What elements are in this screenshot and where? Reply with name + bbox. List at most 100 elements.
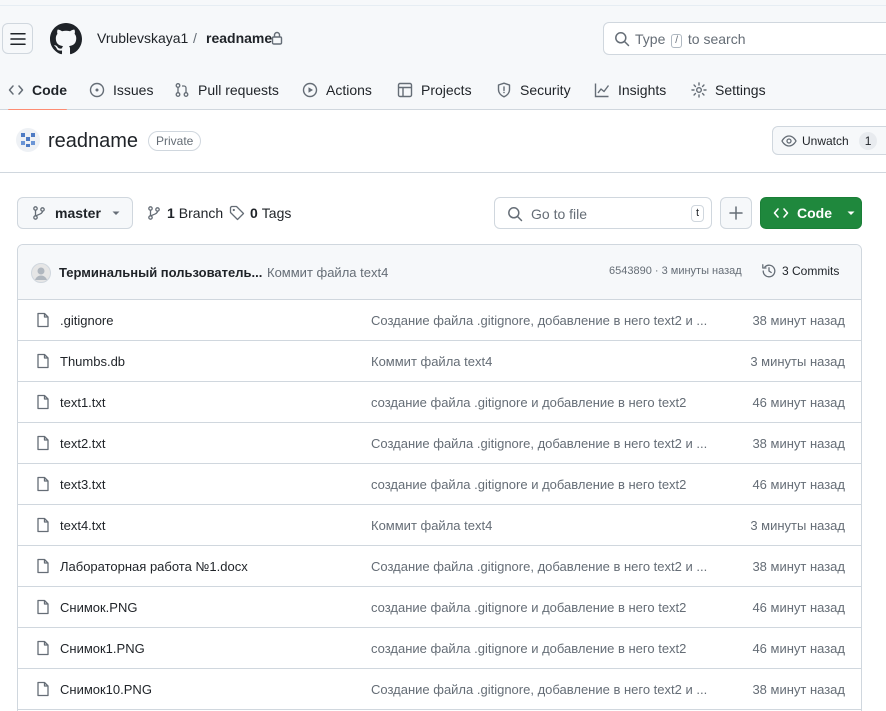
file-row[interactable]: Снимок10.PNG Создание файла .gitignore, … <box>18 669 861 710</box>
file-icon <box>37 435 49 451</box>
tab-pull-requests[interactable]: Pull requests <box>174 70 279 110</box>
file-row[interactable]: Лабораторная работа №1.docx Создание фай… <box>18 546 861 587</box>
shield-icon <box>497 82 511 98</box>
tab-projects[interactable]: Projects <box>397 70 472 110</box>
file-commit-message-link[interactable]: Коммит файла text4 <box>371 518 726 533</box>
file-name-link[interactable]: .gitignore <box>60 313 113 328</box>
file-name-link[interactable]: Снимок1.PNG <box>60 641 145 656</box>
file-row[interactable]: text3.txt создание файла .gitignore и до… <box>18 464 861 505</box>
lock-icon <box>271 31 283 45</box>
tab-actions[interactable]: Actions <box>302 70 372 110</box>
tab-code[interactable]: Code <box>8 70 67 111</box>
file-name-link[interactable]: Снимок.PNG <box>60 600 137 615</box>
global-search-input[interactable]: Type / to search <box>603 22 886 55</box>
tag-count: 0 <box>250 205 258 221</box>
file-name-link[interactable]: text3.txt <box>60 477 106 492</box>
file-commit-message-link[interactable]: Создание файла .gitignore, добавление в … <box>371 682 726 697</box>
visibility-badge: Private <box>148 131 202 151</box>
hamburger-menu-button[interactable] <box>2 23 33 54</box>
latest-commit-bar: Терминальный пользователь... Коммит файл… <box>18 245 861 300</box>
breadcrumb-repo-link[interactable]: readname <box>206 30 272 46</box>
play-icon <box>302 82 318 98</box>
file-icon <box>37 312 49 328</box>
app-header: Vrublevskaya1 / readname Type / to searc… <box>0 6 886 111</box>
file-row[interactable]: Снимок1.PNG создание файла .gitignore и … <box>18 628 861 669</box>
unwatch-button[interactable]: Unwatch 1 <box>772 126 886 155</box>
branch-select-button[interactable]: master <box>17 197 133 229</box>
file-row[interactable]: text4.txt Коммит файла text4 3 минуты на… <box>18 505 861 546</box>
file-name-link[interactable]: Thumbs.db <box>60 354 125 369</box>
branch-icon <box>33 206 45 220</box>
file-icon <box>37 681 49 697</box>
user-avatar-icon <box>35 267 47 280</box>
repo-owner-avatar[interactable] <box>16 128 40 152</box>
github-logo-icon[interactable] <box>50 23 82 55</box>
file-icon <box>37 476 49 492</box>
eye-icon <box>781 134 797 147</box>
file-commit-time: 38 минут назад <box>752 559 845 574</box>
tab-insights[interactable]: Insights <box>594 70 666 110</box>
branches-link[interactable]: 1 Branch <box>146 205 223 221</box>
file-commit-message-link[interactable]: Создание файла .gitignore, добавление в … <box>371 313 726 328</box>
file-browser: Терминальный пользователь... Коммит файл… <box>17 244 862 711</box>
repo-title-bar: readname Private Unwatch 1 <box>0 110 886 173</box>
file-name-link[interactable]: Лабораторная работа №1.docx <box>60 559 248 574</box>
breadcrumb-owner-link[interactable]: Vrublevskaya1 <box>97 30 188 46</box>
graph-icon <box>594 83 610 98</box>
file-commit-time: 46 минут назад <box>752 395 845 410</box>
code-dropdown-button[interactable]: Code <box>760 197 862 229</box>
repo-name[interactable]: readname <box>48 130 138 153</box>
file-row[interactable]: text2.txt Создание файла .gitignore, доб… <box>18 423 861 464</box>
history-icon <box>762 264 776 278</box>
tab-issues-label: Issues <box>113 82 154 98</box>
tab-settings-label: Settings <box>715 82 766 98</box>
commits-history-link[interactable]: 3 Commits <box>761 263 839 279</box>
file-name-link[interactable]: text4.txt <box>60 518 106 533</box>
commit-hash-and-time[interactable]: 6543890 · 3 минуты назад <box>609 265 742 277</box>
tab-pull-requests-label: Pull requests <box>198 82 279 98</box>
file-name-link[interactable]: Снимок10.PNG <box>60 682 152 697</box>
commit-author-avatar[interactable] <box>31 263 51 283</box>
tags-link[interactable]: 0 Tags <box>229 205 291 221</box>
file-commit-message-link[interactable]: Создание файла .gitignore, добавление в … <box>371 559 726 574</box>
file-icon <box>37 394 49 410</box>
go-to-file-placeholder: Go to file <box>531 206 588 222</box>
file-commit-time: 38 минут назад <box>752 682 845 697</box>
file-commit-message-link[interactable]: Создание файла .gitignore, добавление в … <box>371 436 726 451</box>
tab-issues[interactable]: Issues <box>89 70 153 110</box>
file-commit-time: 46 минут назад <box>752 641 845 656</box>
file-row[interactable]: Снимок.PNG создание файла .gitignore и д… <box>18 587 861 628</box>
commit-author-name[interactable]: Терминальный пользователь... <box>59 265 262 280</box>
file-commit-time: 3 минуты назад <box>750 518 845 533</box>
file-commit-time: 46 минут назад <box>752 477 845 492</box>
tab-security-label: Security <box>520 82 571 98</box>
breadcrumb-separator: / <box>193 30 197 46</box>
branch-name: master <box>55 205 101 221</box>
repo-nav-tabs: Code Issues Pull requests Actions Projec… <box>0 70 886 111</box>
file-commit-message-link[interactable]: Коммит файла text4 <box>371 354 726 369</box>
code-button-label: Code <box>797 205 832 221</box>
file-icon <box>37 517 49 533</box>
file-row[interactable]: Thumbs.db Коммит файла text4 3 минуты на… <box>18 341 861 382</box>
file-name-link[interactable]: text1.txt <box>60 395 106 410</box>
file-commit-message-link[interactable]: создание файла .gitignore и добавление в… <box>371 395 726 410</box>
file-name-link[interactable]: text2.txt <box>60 436 106 451</box>
add-file-button[interactable] <box>720 197 752 229</box>
tab-security[interactable]: Security <box>496 70 571 110</box>
tab-settings[interactable]: Settings <box>691 70 766 110</box>
commit-message[interactable]: Коммит файла text4 <box>267 265 388 280</box>
file-row[interactable]: .gitignore Создание файла .gitignore, до… <box>18 300 861 341</box>
file-row[interactable]: text1.txt создание файла .gitignore и до… <box>18 382 861 423</box>
file-commit-message-link[interactable]: создание файла .gitignore и добавление в… <box>371 477 726 492</box>
chevron-down-icon <box>112 211 120 215</box>
watch-count: 1 <box>858 131 878 150</box>
table-icon <box>397 82 413 98</box>
file-commit-message-link[interactable]: создание файла .gitignore и добавление в… <box>371 641 726 656</box>
file-commit-message-link[interactable]: создание файла .gitignore и добавление в… <box>371 600 726 615</box>
go-to-file-input[interactable]: Go to file t <box>494 197 712 229</box>
chevron-down-icon <box>847 211 855 215</box>
tag-icon <box>229 205 245 221</box>
file-commit-time: 38 минут назад <box>752 313 845 328</box>
file-commit-time: 46 минут назад <box>752 600 845 615</box>
plus-icon <box>729 206 743 220</box>
